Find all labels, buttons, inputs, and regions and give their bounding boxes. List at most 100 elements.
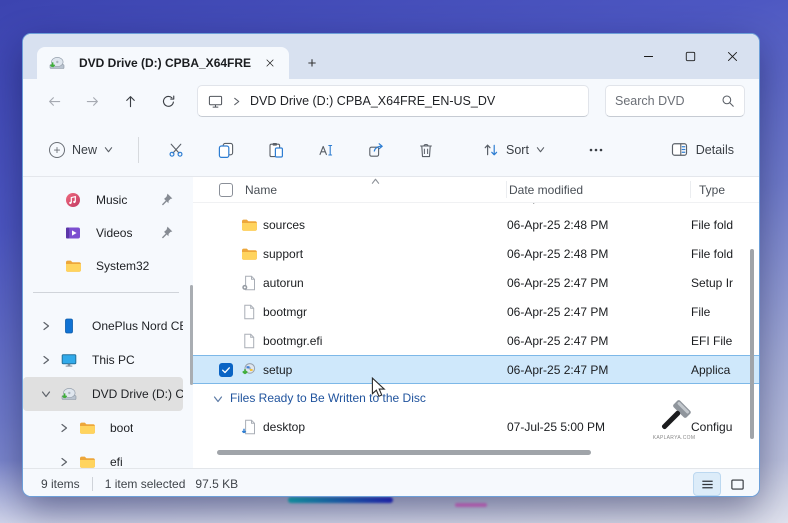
address-path: DVD Drive (D:) CPBA_X64FRE_EN-US_DV — [250, 94, 495, 108]
file-row-bootmgr[interactable]: bootmgr 06-Apr-25 2:47 PM File — [193, 297, 759, 326]
search-icon — [721, 94, 735, 108]
chevron-right-icon[interactable] — [41, 355, 51, 365]
paste-button[interactable] — [254, 132, 298, 168]
file-name: autorun — [263, 276, 507, 290]
address-bar[interactable]: DVD Drive (D:) CPBA_X64FRE_EN-US_DV — [197, 85, 589, 117]
status-bar: 9 items 1 item selected 97.5 KB — [23, 468, 759, 497]
sidebar-item-videos[interactable]: Videos — [23, 216, 183, 249]
column-label: Name — [245, 183, 277, 197]
file-explorer-window: DVD Drive (D:) CPBA_X64FRE_ + — [22, 33, 760, 497]
row-checkbox-checked[interactable] — [219, 363, 233, 377]
cut-icon — [168, 142, 184, 158]
sidebar-item-efi[interactable]: efi — [23, 445, 183, 468]
file-date: 06-Apr-25 2:47 PM — [507, 334, 691, 348]
delete-button[interactable] — [404, 132, 448, 168]
forward-button[interactable] — [75, 85, 109, 117]
sidebar-item-system32[interactable]: System32 — [23, 249, 183, 282]
mouse-cursor — [371, 377, 387, 399]
back-button[interactable] — [37, 85, 71, 117]
horizontal-scrollbar[interactable] — [217, 450, 591, 455]
check-icon — [221, 365, 231, 375]
sidebar-item-boot[interactable]: boot — [23, 411, 183, 445]
desktop-streak — [288, 497, 393, 503]
setup-application-icon — [241, 362, 257, 378]
chevron-right-icon[interactable] — [59, 423, 69, 433]
large-icons-view-toggle[interactable] — [723, 472, 751, 496]
this-pc-icon — [61, 352, 77, 368]
sidebar-item-label: DVD Drive (D:) CP — [92, 387, 183, 401]
tab-title: DVD Drive (D:) CPBA_X64FRE_ — [79, 56, 251, 70]
details-pane-icon — [671, 141, 688, 158]
sidebar-item-dvd-drive[interactable]: DVD Drive (D:) CP — [23, 377, 183, 411]
location-monitor-icon — [208, 94, 223, 109]
toolbar-divider — [138, 137, 139, 163]
file-name: support — [263, 247, 507, 261]
details-pane-button[interactable]: Details — [662, 134, 743, 165]
new-button[interactable]: + New — [39, 135, 123, 165]
copy-button[interactable] — [204, 132, 248, 168]
sort-button[interactable]: Sort — [474, 135, 554, 165]
vertical-scrollbar[interactable] — [750, 249, 754, 439]
tab-close-button[interactable] — [259, 52, 281, 74]
file-name: bootmgr — [263, 305, 507, 319]
music-icon — [65, 192, 81, 208]
file-date: 06-Apr-25 2:47 PM — [507, 276, 691, 290]
up-button[interactable] — [113, 85, 147, 117]
file-row-autorun[interactable]: autorun 06-Apr-25 2:47 PM Setup Ir — [193, 268, 759, 297]
file-row-sources[interactable]: sources 06-Apr-25 2:48 PM File fold — [193, 210, 759, 239]
dvd-drive-icon — [61, 386, 77, 402]
search-input[interactable] — [615, 94, 715, 108]
file-row-bootmgr-efi[interactable]: bootmgr.efi 06-Apr-25 2:47 PM EFI File — [193, 326, 759, 355]
sidebar-divider — [33, 292, 179, 293]
sidebar-item-music[interactable]: Music — [23, 183, 183, 216]
watermark-text: KAPLARYA.COM — [653, 435, 696, 441]
selection-count: 1 item selected — [105, 477, 186, 491]
see-more-button[interactable] — [578, 132, 614, 168]
file-row-support[interactable]: support 06-Apr-25 2:48 PM File fold — [193, 239, 759, 268]
details-view-toggle[interactable] — [693, 472, 721, 496]
minimize-icon — [642, 50, 655, 63]
sidebar-item-this-pc[interactable]: This PC — [23, 343, 183, 377]
selection-size: 97.5 KB — [195, 477, 238, 491]
refresh-button[interactable] — [151, 85, 185, 117]
close-button[interactable] — [711, 41, 753, 73]
back-arrow-icon — [47, 94, 62, 109]
view-toggles — [693, 469, 751, 497]
explorer-tab[interactable]: DVD Drive (D:) CPBA_X64FRE_ — [37, 47, 289, 79]
minimize-button[interactable] — [627, 41, 669, 73]
items-count: 9 items — [41, 477, 80, 491]
file-date: 06-Apr-25 2:48 PM — [507, 247, 691, 261]
new-tab-button[interactable]: + — [301, 52, 323, 74]
phone-icon — [61, 318, 77, 334]
sidebar-item-label: This PC — [92, 353, 135, 367]
column-header-row: Name Date modified Type — [193, 177, 759, 203]
forward-arrow-icon — [85, 94, 100, 109]
file-row[interactable]: efi 06-Apr-25 2:48 PM File fold — [193, 203, 759, 210]
select-all-checkbox[interactable] — [219, 183, 233, 197]
share-button[interactable] — [354, 132, 398, 168]
column-header-name[interactable]: Name — [219, 181, 507, 198]
refresh-icon — [161, 94, 176, 109]
group-header-label: Files Ready to Be Written to the Disc — [230, 391, 426, 405]
search-box[interactable] — [605, 85, 745, 117]
status-divider — [92, 477, 93, 491]
watermark-logo: KAPLARYA.COM — [645, 397, 703, 449]
rename-button[interactable] — [304, 132, 348, 168]
file-type: EFI File — [691, 334, 759, 348]
chevron-right-icon[interactable] — [41, 321, 51, 331]
file-name: sources — [263, 218, 507, 232]
maximize-button[interactable] — [669, 41, 711, 73]
column-header-type[interactable]: Type — [691, 181, 759, 198]
sidebar-item-oneplus[interactable]: OnePlus Nord CE — [23, 309, 183, 343]
sidebar-item-label: OnePlus Nord CE — [92, 319, 183, 333]
cut-button[interactable] — [154, 132, 198, 168]
chevron-down-icon[interactable] — [41, 389, 51, 399]
chevron-right-icon[interactable] — [59, 457, 69, 467]
column-header-date-modified[interactable]: Date modified — [507, 181, 691, 198]
chevron-down-icon[interactable] — [213, 394, 223, 404]
setup-information-icon — [241, 275, 257, 291]
desktop-streak — [455, 503, 487, 507]
close-icon — [726, 50, 739, 63]
file-row-setup-selected[interactable]: setup 06-Apr-25 2:47 PM Applica — [193, 355, 759, 384]
navigation-sidebar: Music Videos System32 OnePlus Nord CE — [23, 177, 193, 468]
